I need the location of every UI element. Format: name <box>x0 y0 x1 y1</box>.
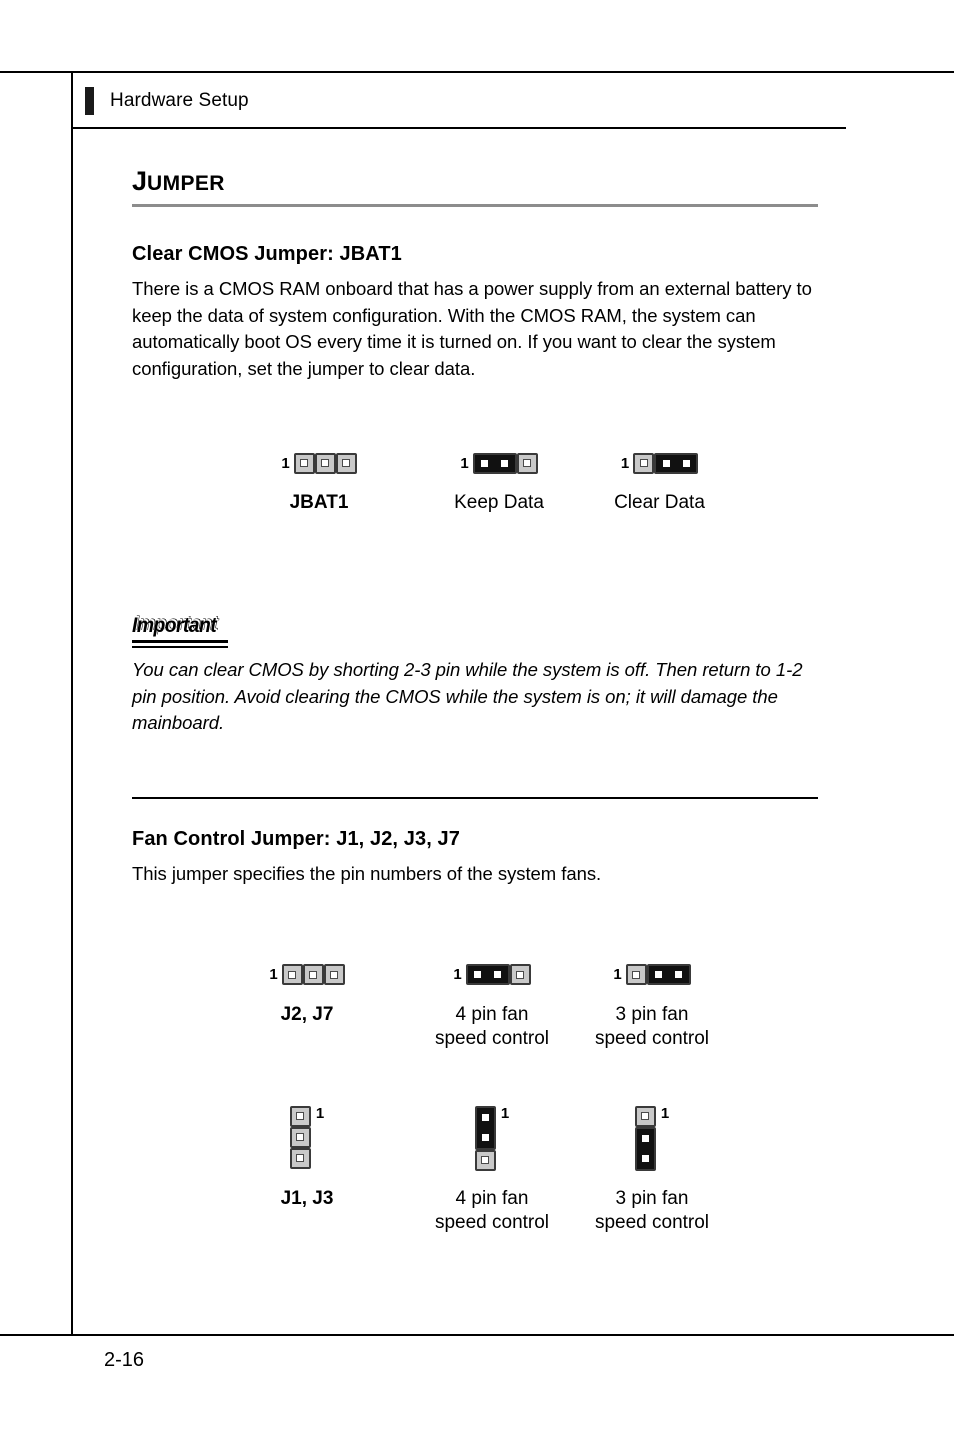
header-accent-bar-icon <box>85 87 94 115</box>
pin-one-label: 1 <box>620 454 630 472</box>
important-callout: Important You can clear CMOS by shorting… <box>132 614 822 737</box>
fan-control-heading: Fan Control Jumper: J1, J2, J3, J7 <box>132 828 460 850</box>
fan-vertical-diagram-row: 1 J1, J3 1 4 pin fan speed control 1 3 p… <box>132 1104 822 1246</box>
page-number: 2-16 <box>104 1349 145 1371</box>
jumper-caption: 4 pin fan speed control <box>434 1187 550 1233</box>
pin-group <box>289 1105 311 1169</box>
pin-one-label: 1 <box>281 454 290 472</box>
pin-1 <box>289 1105 311 1127</box>
pin-3 <box>289 1147 311 1169</box>
page-border-bottom <box>0 1334 954 1336</box>
jumper-caption: Clear Data <box>614 492 705 513</box>
pin-one-label: 1 <box>613 966 622 983</box>
jumper-graphic: 1 <box>242 1104 372 1176</box>
jumper-cap-pins-2-3 <box>646 964 691 985</box>
jumper-cap-pins-2-3 <box>634 1126 656 1171</box>
jumper-graphic: 1 <box>577 1104 727 1176</box>
pin-1 <box>281 964 303 985</box>
page-content: JUMPER Clear CMOS Jumper: JBAT1 There is… <box>132 168 822 1246</box>
pin-3 <box>516 452 538 474</box>
pin-group <box>465 964 531 985</box>
jumper-graphic: 1 <box>587 446 732 480</box>
header-rule <box>72 127 846 129</box>
fan-control-paragraph: This jumper specifies the pin numbers of… <box>132 863 602 884</box>
clear-cmos-diagram-row: 1 JBAT1 1 Keep Data 1 Clear Data <box>132 446 822 546</box>
page-border-left <box>71 71 73 1336</box>
header-title: Hardware Setup <box>110 90 249 111</box>
pin-group <box>625 964 691 985</box>
jumper-diagram-keep-data: 1 Keep Data <box>429 446 569 515</box>
jumper-graphic: 1 <box>417 958 567 992</box>
pin-group <box>474 1105 496 1171</box>
pin-3 <box>323 964 345 985</box>
jumper-cap-pins-1-2 <box>472 452 517 474</box>
pin-one-label: 1 <box>500 1104 510 1122</box>
jumper-diagram-clear-data: 1 Clear Data <box>587 446 732 515</box>
jumper-cap-pins-2-3 <box>654 452 699 474</box>
jumper-caption: 4 pin fan speed control <box>434 1003 550 1049</box>
jumper-diagram-j2-j7: 1 J2, J7 <box>242 958 372 1027</box>
jumper-caption: JBAT1 <box>289 492 349 513</box>
jumper-caption: Keep Data <box>454 492 544 513</box>
important-paragraph: You can clear CMOS by shorting 2-3 pin w… <box>132 659 803 733</box>
pin-one-label: 1 <box>315 1104 325 1122</box>
jumper-graphic: 1 <box>254 446 384 480</box>
pin-group <box>633 452 699 474</box>
pin-3 <box>335 452 357 474</box>
jumper-caption: 3 pin fan speed control <box>594 1003 710 1049</box>
pin-2 <box>314 452 336 474</box>
pin-group <box>634 1105 656 1171</box>
pin-one-label: 1 <box>460 454 469 472</box>
jumper-caption: 3 pin fan speed control <box>594 1187 710 1233</box>
jumper-cap-pins-1-2 <box>474 1105 496 1150</box>
jumper-diagram-3pin-fan-horizontal: 1 3 pin fan speed control <box>577 958 727 1051</box>
section-title-rest: UMPER <box>147 172 225 195</box>
running-header: Hardware Setup <box>72 73 847 127</box>
pin-1 <box>293 452 315 474</box>
clear-cmos-heading: Clear CMOS Jumper: JBAT1 <box>132 243 402 265</box>
jumper-diagram-j1-j3: 1 J1, J3 <box>242 1104 372 1211</box>
jumper-graphic: 1 <box>417 1104 567 1176</box>
important-underline-upper <box>132 640 228 643</box>
pin-2 <box>302 964 324 985</box>
jumper-graphic: 1 <box>577 958 727 992</box>
pin-group <box>281 964 345 985</box>
jumper-diagram-3pin-fan-vertical: 1 3 pin fan speed control <box>577 1104 727 1235</box>
pin-1 <box>633 452 655 474</box>
jumper-diagram-4pin-fan-horizontal: 1 4 pin fan speed control <box>417 958 567 1051</box>
pin-3 <box>509 964 531 985</box>
pin-1 <box>625 964 647 985</box>
jumper-diagram-4pin-fan-vertical: 1 4 pin fan speed control <box>417 1104 567 1235</box>
section-title-initial: J <box>132 166 148 196</box>
jumper-graphic: 1 <box>242 958 372 992</box>
pin-1 <box>634 1105 656 1127</box>
section-title: JUMPER <box>132 168 822 195</box>
pin-group <box>293 452 357 474</box>
fan-horizontal-diagram-row: 1 J2, J7 1 4 pin fan speed control 1 3 p… <box>132 958 822 1058</box>
important-heading: Important <box>132 614 217 637</box>
pin-3 <box>474 1149 496 1171</box>
clear-cmos-paragraph: There is a CMOS RAM onboard that has a p… <box>132 278 812 379</box>
jumper-graphic: 1 <box>429 446 569 480</box>
pin-one-label: 1 <box>453 966 462 983</box>
pin-one-label: 1 <box>660 1104 670 1122</box>
jumper-caption: J2, J7 <box>280 1003 334 1025</box>
pin-group <box>472 452 538 474</box>
jumper-diagram-jbat1: 1 JBAT1 <box>254 446 384 515</box>
pin-one-label: 1 <box>269 966 278 983</box>
jumper-cap-pins-1-2 <box>465 964 510 985</box>
jumper-caption: J1, J3 <box>280 1187 334 1209</box>
pin-2 <box>289 1126 311 1148</box>
